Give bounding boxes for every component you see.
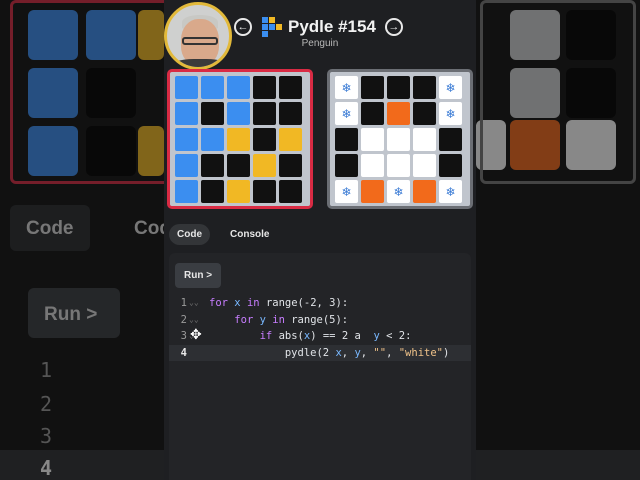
- grid-cell-yellow: [227, 180, 250, 203]
- grid-cell-black: [279, 180, 302, 203]
- snowflake-icon: ❄: [445, 106, 456, 121]
- code-text[interactable]: for x in range(-2, 3):: [209, 295, 348, 312]
- output-grid-cells: [175, 76, 302, 203]
- grid-cell-blue: [175, 128, 198, 151]
- snowflake-icon: ❄: [341, 80, 352, 95]
- streamer-avatar: [164, 2, 232, 70]
- grid-cell-black: [253, 102, 276, 125]
- grid-cell-white: [361, 128, 384, 151]
- bg-line-num: 1: [40, 358, 53, 382]
- grid-cell-black: [253, 180, 276, 203]
- grid-cell-blue: [175, 180, 198, 203]
- grid-cell-black: [253, 128, 276, 151]
- snowflake-icon: ❄: [445, 184, 456, 199]
- code-editor[interactable]: Run > 1 ⌄⌄ for x in range(-2, 3): 2 ⌄⌄ for y…: [169, 253, 471, 480]
- grid-cell-orange: [387, 102, 410, 125]
- grid-cell-white: [387, 128, 410, 151]
- bg-grid-border: [10, 0, 170, 184]
- line-number: 2: [180, 313, 187, 326]
- grid-cell-white: [413, 128, 436, 151]
- grid-cell-white: [361, 154, 384, 177]
- grid-cell-blue: [227, 102, 250, 125]
- grid-cell-black: [279, 102, 302, 125]
- bg-grid-border: [480, 0, 636, 184]
- grid-cell-black: [279, 76, 302, 99]
- grid-cell-black: [439, 154, 462, 177]
- grid-cell-blue: [201, 76, 224, 99]
- target-grid: ❄ ❄ ❄ ❄ ❄ ❄ ❄: [327, 69, 473, 209]
- grid-cell-black: [279, 154, 302, 177]
- grid-cell-snow: ❄: [439, 102, 462, 125]
- grid-cell-blue: [201, 128, 224, 151]
- grid-cell-black: [361, 102, 384, 125]
- grid-cell-black: [335, 154, 358, 177]
- bg-line-num: 4: [40, 456, 53, 480]
- grid-cell-black: [201, 180, 224, 203]
- grid-cell-black: [361, 76, 384, 99]
- grid-cell-orange: [361, 180, 384, 203]
- grid-cell-black: [201, 102, 224, 125]
- line-number: 3: [180, 330, 187, 342]
- grid-cell-white: [387, 154, 410, 177]
- bg-line-num: 2: [40, 392, 53, 416]
- grid-cell-blue: [175, 76, 198, 99]
- grid-cell-black: [335, 128, 358, 151]
- code-line[interactable]: 4 pydle(2 x, y, "", "white"): [169, 344, 471, 362]
- snowflake-icon: ❄: [393, 184, 404, 199]
- code-text[interactable]: for y in range(5):: [209, 312, 348, 329]
- grid-cell-blue: [175, 154, 198, 177]
- grid-cell-black: [413, 76, 436, 99]
- grid-cell-snow: ❄: [335, 102, 358, 125]
- grid-cell-yellow: [227, 128, 250, 151]
- snowflake-icon: ❄: [341, 106, 352, 121]
- output-grid: [167, 69, 313, 209]
- target-grid-cells: ❄ ❄ ❄ ❄ ❄ ❄ ❄: [335, 76, 462, 203]
- code-lines[interactable]: 1 ⌄⌄ for x in range(-2, 3): 2 ⌄⌄ for y in ra…: [169, 295, 471, 361]
- previous-puzzle-icon[interactable]: ←: [234, 18, 252, 36]
- grid-cell-black: [227, 154, 250, 177]
- grid-cell-yellow: [253, 154, 276, 177]
- grid-cell-black: [387, 76, 410, 99]
- code-text[interactable]: pydle(2 x, y, "", "white"): [209, 345, 449, 362]
- bg-line-num: 3: [40, 424, 53, 448]
- code-line[interactable]: 2 ⌄⌄ for y in range(5):: [169, 312, 471, 329]
- line-number: 4: [180, 346, 187, 359]
- code-line[interactable]: 1 ⌄⌄ for x in range(-2, 3):: [169, 295, 471, 312]
- bg-run-label: Run >: [44, 304, 98, 325]
- next-puzzle-icon[interactable]: →: [384, 18, 403, 36]
- run-button[interactable]: Run >: [175, 263, 222, 288]
- fold-chevron-icon[interactable]: ⌄⌄: [189, 295, 199, 312]
- grid-cell-snow: ❄: [335, 180, 358, 203]
- title-row: ← Pydle #154 →: [234, 14, 403, 40]
- code-text[interactable]: if abs(x) == 2 a y < 2:: [209, 328, 412, 345]
- puzzle-title: Pydle #154: [288, 17, 376, 36]
- grid-cell-orange: [413, 180, 436, 203]
- grid-cell-blue: [227, 76, 250, 99]
- grid-cell-black: [253, 76, 276, 99]
- code-line[interactable]: 3 ⌄⌄ if abs(x) == 2 a y < 2:: [169, 328, 471, 345]
- grid-cell-snow: ❄: [387, 180, 410, 203]
- snowflake-icon: ❄: [341, 184, 352, 199]
- editor-tabs: Code Console: [169, 222, 277, 246]
- grid-cell-snow: ❄: [439, 76, 462, 99]
- snowflake-icon: ❄: [445, 80, 456, 95]
- line-number: 1: [180, 297, 187, 309]
- app-panel: ← Pydle #154 → Penguin ❄ ❄ ❄ ❄ ❄ ❄ ❄ Code Cons…: [164, 0, 476, 480]
- grid-cell-snow: ❄: [335, 76, 358, 99]
- grid-cell-blue: [175, 102, 198, 125]
- pydle-logo-icon: [262, 17, 282, 37]
- tab-code[interactable]: Code: [169, 223, 210, 245]
- grid-cell-snow: ❄: [439, 180, 462, 203]
- grid-cell-yellow: [279, 128, 302, 151]
- grid-cell-black: [413, 102, 436, 125]
- grid-cell-black: [201, 154, 224, 177]
- grid-cell-white: [413, 154, 436, 177]
- grid-cell-black: [439, 128, 462, 151]
- move-cursor-icon: ✥: [190, 326, 202, 342]
- tab-console[interactable]: Console: [222, 224, 277, 245]
- bg-code-label: Code: [26, 218, 74, 239]
